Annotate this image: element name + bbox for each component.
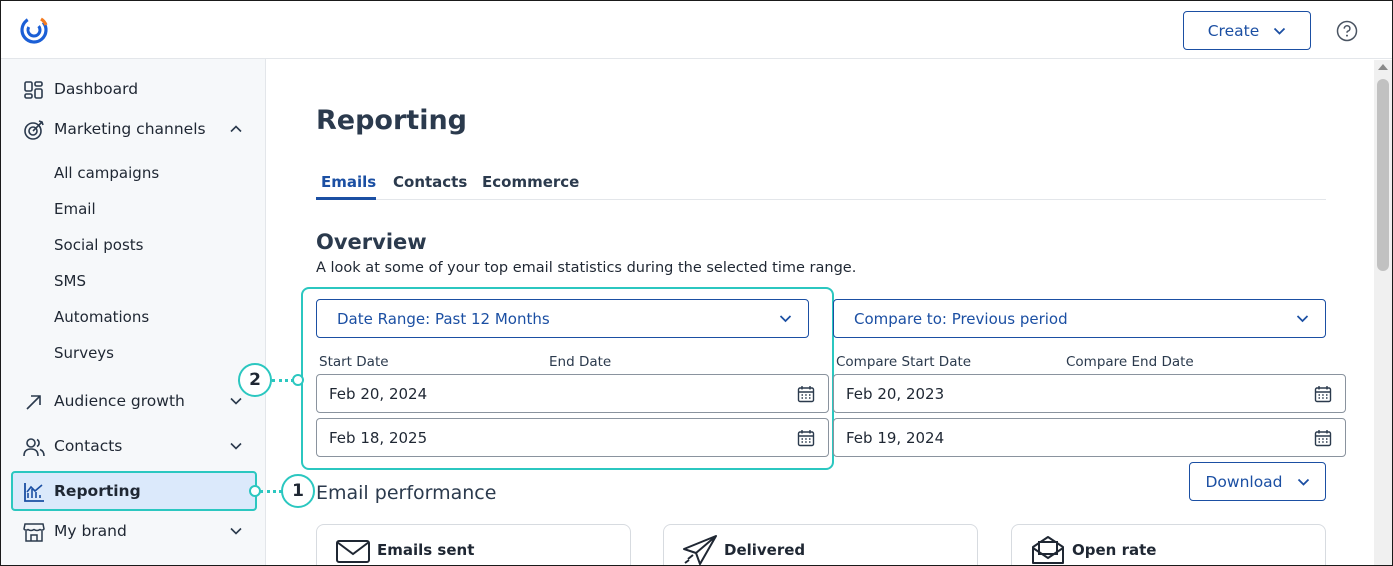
arrow-up-right-icon [26,395,41,410]
chevron-down-icon [1297,478,1309,486]
overview-title: Overview [316,230,427,254]
sidebar-item-my-brand[interactable]: My brand [1,513,266,549]
tab-emails[interactable]: Emails [321,173,376,191]
download-button[interactable]: Download [1189,462,1326,501]
sidebar-item-audience-growth[interactable]: Audience growth [1,383,266,419]
callout-1-connector [260,490,282,493]
callout-2-connector [272,379,294,382]
stat-card-emails-sent[interactable]: Emails sent [316,524,631,565]
dashboard-icon [24,81,43,99]
paper-plane-icon [683,535,717,565]
compare-to-dropdown[interactable]: Compare to: Previous period [833,299,1326,338]
sidebar-subitem-surveys[interactable]: Surveys [54,344,114,362]
constant-contact-logo-icon[interactable] [19,15,49,45]
callout-2-anchor [292,374,304,386]
sidebar-item-label: Marketing channels [54,120,206,138]
chevron-down-icon [779,315,792,323]
scroll-up-arrow-icon[interactable] [1378,64,1388,70]
envelope-icon [336,540,370,563]
sidebar-item-label: Reporting [54,482,141,500]
stat-card-title: Emails sent [377,541,475,559]
create-button-label: Create [1207,21,1260,40]
compare-to-label: Compare to: Previous period [854,309,1068,328]
start-date-label: Start Date [319,354,389,370]
callout-badge-2: 2 [238,363,272,397]
sidebar-item-label: Audience growth [54,392,185,410]
page-title: Reporting [316,105,468,136]
end-date-field[interactable]: Feb 18, 2025 [316,418,829,457]
compare-start-date-value: Feb 20, 2023 [846,384,945,403]
chevron-up-icon[interactable] [229,123,243,135]
chevron-down-icon[interactable] [229,395,243,407]
start-date-value: Feb 20, 2024 [329,384,428,403]
date-range-dropdown[interactable]: Date Range: Past 12 Months [316,299,809,338]
date-range-label: Date Range: Past 12 Months [337,309,550,328]
chevron-down-icon [1274,27,1286,35]
top-bar: Create [1,1,1392,59]
sidebar-subitem-email[interactable]: Email [54,200,96,218]
end-date-value: Feb 18, 2025 [329,428,428,447]
chevron-down-icon[interactable] [229,440,243,452]
sidebar-item-label: My brand [54,522,127,540]
sidebar-item-contacts[interactable]: Contacts [1,428,266,464]
calendar-icon[interactable] [1314,429,1332,447]
contacts-icon [23,438,45,457]
calendar-icon[interactable] [797,385,815,403]
calendar-icon[interactable] [1314,385,1332,403]
open-envelope-icon [1032,536,1064,564]
create-button[interactable]: Create [1183,11,1311,50]
overview-description: A look at some of your top email statist… [316,260,857,276]
sidebar-subitem-sms[interactable]: SMS [54,272,86,290]
question-circle-icon[interactable] [1336,20,1358,42]
calendar-icon[interactable] [797,429,815,447]
callout-badge-1: 1 [281,474,315,508]
bar-chart-icon [24,483,44,502]
compare-end-date-value: Feb 19, 2024 [846,428,945,447]
sidebar-subitem-automations[interactable]: Automations [54,308,149,326]
email-performance-title: Email performance [316,482,497,504]
sidebar-item-label: Contacts [54,437,123,455]
app-window: Create Dashboard Marketing channels All … [0,0,1393,566]
sidebar: Dashboard Marketing channels All campaig… [1,59,266,565]
storefront-icon [23,523,45,542]
sidebar-subitem-social-posts[interactable]: Social posts [54,236,143,254]
sidebar-item-reporting[interactable]: Reporting [1,473,266,509]
active-tab-indicator [316,197,376,200]
compare-start-date-label: Compare Start Date [836,354,972,370]
target-icon [24,120,44,140]
tab-ecommerce[interactable]: Ecommerce [482,173,579,191]
stat-card-title: Delivered [724,541,806,559]
sidebar-subitem-all-campaigns[interactable]: All campaigns [54,164,159,182]
sidebar-item-marketing-channels[interactable]: Marketing channels [1,111,266,147]
sidebar-item-label: Dashboard [54,80,139,98]
compare-start-date-field[interactable]: Feb 20, 2023 [833,374,1346,413]
start-date-field[interactable]: Feb 20, 2024 [316,374,829,413]
stat-card-delivered[interactable]: Delivered [663,524,978,565]
tabs-divider [316,199,1326,200]
sidebar-item-dashboard[interactable]: Dashboard [1,71,266,107]
download-button-label: Download [1205,472,1283,491]
stat-card-open-rate[interactable]: Open rate [1011,524,1326,565]
scrollbar-thumb[interactable] [1377,79,1389,271]
chevron-down-icon[interactable] [229,525,243,537]
tab-contacts[interactable]: Contacts [393,173,467,191]
end-date-label: End Date [549,354,612,370]
compare-end-date-field[interactable]: Feb 19, 2024 [833,418,1346,457]
stat-card-title: Open rate [1072,541,1157,559]
chevron-down-icon [1296,315,1309,323]
compare-end-date-label: Compare End Date [1066,354,1194,370]
